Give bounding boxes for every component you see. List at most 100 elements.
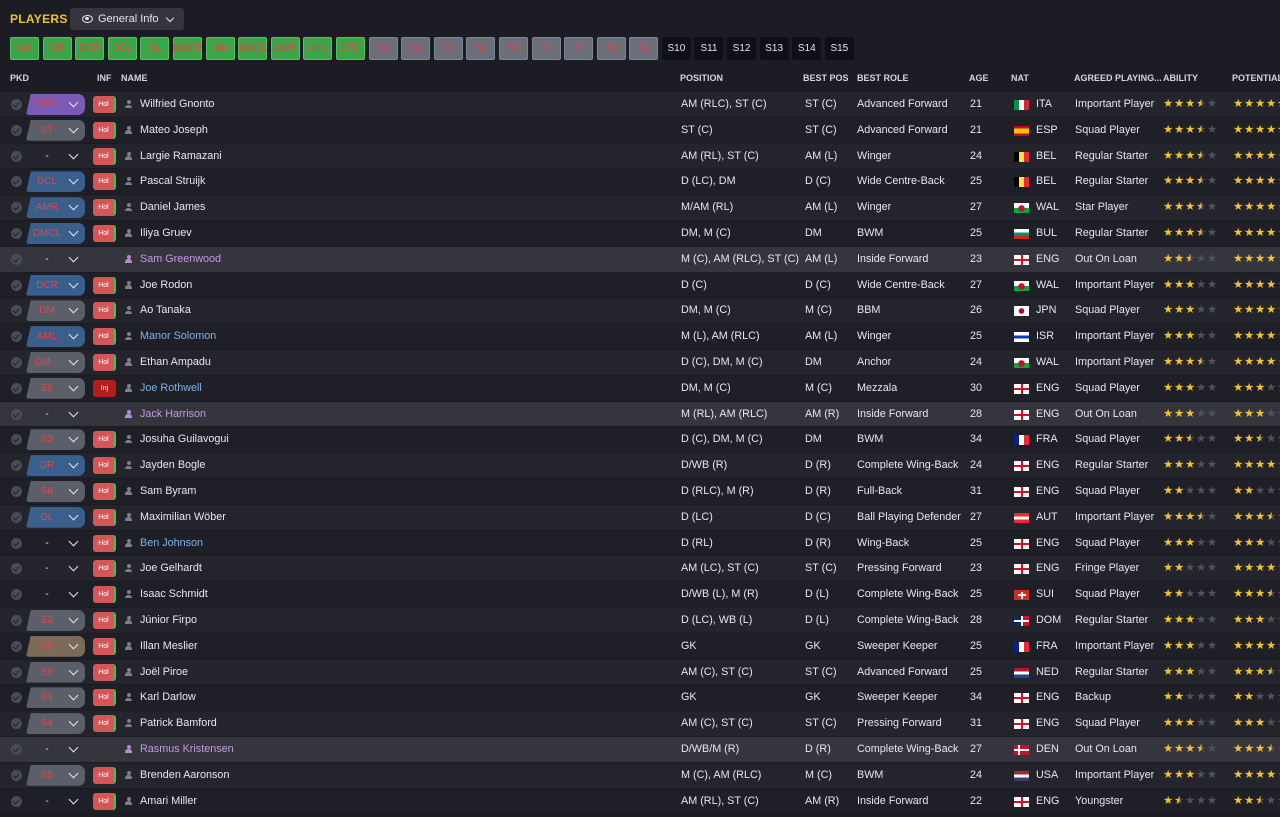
check-icon[interactable] (11, 279, 22, 291)
player-name[interactable]: Illan Meslier (140, 640, 198, 652)
picked-position-dropdown[interactable]: - (26, 404, 85, 425)
position-filter-dl[interactable]: DL (140, 37, 170, 60)
position-filter-gk[interactable]: GK (10, 37, 39, 60)
holiday-badge[interactable]: Hol (93, 766, 116, 784)
table-row[interactable]: - Jack Harrison M (RL), AM (RLC) AM (R) Insi… (0, 401, 1280, 428)
table-row[interactable]: - Sam Greenwood M (C), AM (RLC), ST (C) AM … (0, 246, 1280, 273)
check-icon[interactable] (11, 795, 22, 807)
player-name[interactable]: Ethan Ampadu (140, 356, 211, 368)
col-ability[interactable]: ABILITY (1163, 73, 1198, 83)
table-row[interactable]: DCL Hol Pascal Struijk D (LC), DM D (C) Wide … (0, 169, 1280, 196)
position-filter-s2[interactable]: S2 (401, 37, 431, 60)
check-icon[interactable] (11, 666, 22, 678)
holiday-badge[interactable]: Hol (93, 173, 116, 191)
picked-position-dropdown[interactable]: S8 (26, 480, 85, 502)
check-icon[interactable] (11, 305, 22, 317)
holiday-badge[interactable]: Hol (93, 96, 116, 113)
table-row[interactable]: S9 Hol Joël Piroe AM (C), ST (C) ST (C) Advan… (0, 659, 1280, 686)
picked-position-dropdown[interactable]: S1 (26, 687, 85, 709)
check-icon[interactable] (11, 614, 22, 626)
table-row[interactable]: - Rasmus Kristensen D/WB/M (R) D (R) Complet… (0, 736, 1280, 763)
col-name[interactable]: NAME (121, 73, 148, 83)
picked-position-dropdown[interactable]: - (26, 146, 85, 167)
holiday-badge[interactable]: Hol (93, 276, 116, 294)
check-icon[interactable] (11, 589, 22, 601)
position-filter-dmcl[interactable]: DMCL (238, 37, 268, 60)
holiday-badge[interactable]: Hol (93, 121, 116, 139)
holiday-badge[interactable]: Hol (93, 482, 116, 500)
player-name[interactable]: Isaac Schmidt (140, 588, 208, 600)
position-filter-dr[interactable]: DR (42, 37, 72, 60)
check-icon[interactable] (11, 640, 22, 652)
col-potential[interactable]: POTENTIAL (1232, 73, 1280, 83)
check-icon[interactable] (11, 563, 22, 575)
position-filter-s14[interactable]: S14 (792, 37, 822, 60)
holiday-badge[interactable]: Hol (93, 792, 116, 810)
table-row[interactable]: S5 Hol Brenden Aaronson M (C), AM (RLC) M (C… (0, 762, 1280, 789)
position-filter-dmcr[interactable]: DMCR (172, 37, 202, 60)
picked-position-dropdown[interactable]: ST (26, 119, 85, 141)
table-row[interactable]: - Hol Ben Johnson D (RL) D (R) Wing-Back 25 ENG… (0, 530, 1280, 557)
table-row[interactable]: - Hol Largie Ramazani AM (RL), ST (C) AM (L)… (0, 143, 1280, 170)
picked-position-dropdown[interactable]: - (26, 739, 85, 760)
col-position[interactable]: POSITION (680, 73, 723, 83)
position-filter-s3[interactable]: S3 (433, 37, 463, 60)
position-filter-s5[interactable]: S5 (498, 37, 528, 60)
table-row[interactable]: S8 Hol Sam Byram D (RLC), M (R) D (R) Full-Ba… (0, 478, 1280, 505)
col-agreed[interactable]: AGREED PLAYING... (1074, 73, 1162, 83)
picked-position-dropdown[interactable]: DR (26, 455, 85, 477)
check-icon[interactable] (11, 718, 22, 730)
player-name[interactable]: Daniel James (140, 201, 205, 213)
table-row[interactable]: S4 Hol Patrick Bamford AM (C), ST (C) ST (C)… (0, 711, 1280, 737)
position-filter-s6[interactable]: S6 (531, 37, 561, 60)
holiday-badge[interactable]: Hol (93, 302, 116, 320)
check-icon[interactable] (11, 99, 22, 110)
check-icon[interactable] (11, 408, 22, 420)
table-row[interactable]: S1 Hol Karl Darlow GK GK Sweeper Keeper 34 ENG B… (0, 685, 1280, 712)
picked-position-dropdown[interactable]: DM... (26, 351, 85, 373)
check-icon[interactable] (11, 692, 22, 704)
player-name[interactable]: Brenden Aaronson (140, 769, 229, 781)
picked-position-dropdown[interactable]: - (26, 249, 85, 270)
table-row[interactable]: GK Hol Illan Meslier GK GK Sweeper Keeper 25 FR… (0, 633, 1280, 660)
table-row[interactable]: DM... Hol Ethan Ampadu D (C), DM, M (C) DM An… (0, 349, 1280, 376)
holiday-badge[interactable]: Hol (93, 637, 116, 655)
holiday-badge[interactable]: Hol (93, 328, 116, 346)
player-name[interactable]: Pascal Struijk (140, 175, 205, 187)
picked-position-dropdown[interactable]: STC (26, 94, 85, 115)
player-name[interactable]: Joe Rodon (140, 279, 192, 291)
check-icon[interactable] (11, 331, 22, 343)
table-row[interactable]: S3 Hol Josuha Guilavogui D (C), DM, M (C) DM… (0, 427, 1280, 454)
picked-position-dropdown[interactable]: DM (26, 300, 85, 322)
picked-position-dropdown[interactable]: - (26, 533, 85, 554)
table-row[interactable]: S6 Inj Joe Rothwell DM, M (C) M (C) Mezzala 30… (0, 375, 1280, 402)
holiday-badge[interactable]: Hol (93, 534, 116, 552)
player-name[interactable]: Largie Ramazani (140, 150, 222, 162)
table-row[interactable]: AML Hol Manor Solomon M (L), AM (RLC) AM (L)… (0, 324, 1280, 350)
holiday-badge[interactable]: Hol (93, 353, 116, 371)
player-name[interactable]: Ben Johnson (140, 537, 203, 549)
check-icon[interactable] (11, 382, 22, 394)
check-icon[interactable] (11, 227, 22, 239)
check-icon[interactable] (11, 356, 22, 368)
picked-position-dropdown[interactable]: S6 (26, 377, 85, 399)
col-inf[interactable]: INF (97, 73, 112, 83)
picked-position-dropdown[interactable]: AML (26, 326, 85, 348)
injury-badge[interactable]: Inj (93, 379, 116, 397)
table-row[interactable]: DL Hol Maximilian Wöber D (LC) D (C) Ball Pla… (0, 504, 1280, 531)
player-name[interactable]: Sam Greenwood (140, 253, 221, 265)
picked-position-dropdown[interactable]: S4 (26, 713, 85, 735)
check-icon[interactable] (11, 176, 22, 188)
picked-position-dropdown[interactable]: - (26, 558, 85, 579)
check-icon[interactable] (11, 743, 22, 755)
table-row[interactable]: DR Hol Jayden Bogle D/WB (R) D (R) Complete W… (0, 453, 1280, 479)
holiday-badge[interactable]: Hol (93, 586, 116, 604)
player-name[interactable]: Maximilian Wöber (140, 511, 226, 523)
col-age[interactable]: AGE (969, 73, 989, 83)
player-name[interactable]: Iliya Gruev (140, 227, 192, 239)
player-name[interactable]: Karl Darlow (140, 691, 196, 703)
col-nat[interactable]: NAT (1011, 73, 1029, 83)
check-icon[interactable] (11, 537, 22, 549)
picked-position-dropdown[interactable]: - (26, 791, 85, 812)
holiday-badge[interactable]: Hol (93, 147, 116, 165)
